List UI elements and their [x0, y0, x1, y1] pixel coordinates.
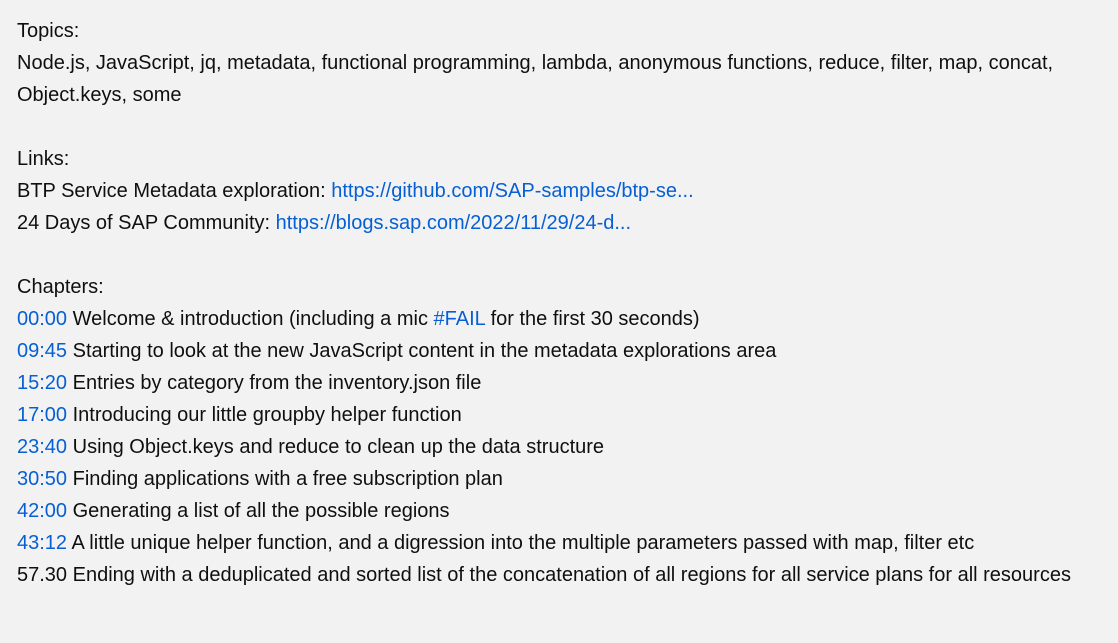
- link-item-btp: BTP Service Metadata exploration: https:…: [17, 175, 1112, 207]
- chapter-timestamp-link[interactable]: 09:45: [17, 340, 67, 362]
- chapter-item: 15:20 Entries by category from the inven…: [17, 367, 1112, 399]
- chapter-item: 09:45 Starting to look at the new JavaSc…: [17, 335, 1112, 367]
- chapters-heading: Chapters:: [17, 276, 104, 298]
- chapter-timestamp-link[interactable]: 23:40: [17, 436, 67, 458]
- chapter-item: 00:00 Welcome & introduction (including …: [17, 303, 1112, 335]
- topics-heading: Topics:: [17, 20, 80, 42]
- links-heading: Links:: [17, 148, 70, 170]
- chapter-timestamp-link[interactable]: 30:50: [17, 468, 67, 490]
- btp-metadata-link[interactable]: https://github.com/SAP-samples/btp-se...: [331, 180, 693, 202]
- link-label: 24 Days of SAP Community:: [17, 212, 276, 234]
- chapter-item: 42:00 Generating a list of all the possi…: [17, 495, 1112, 527]
- hashtag-link[interactable]: #FAIL: [434, 308, 486, 330]
- chapter-timestamp-link[interactable]: 15:20: [17, 372, 67, 394]
- chapter-text: for the first 30 seconds): [485, 308, 700, 330]
- chapter-text: Using Object.keys and reduce to clean up…: [67, 436, 605, 458]
- chapter-item: 23:40 Using Object.keys and reduce to cl…: [17, 431, 1112, 463]
- chapter-text: Introducing our little groupby helper fu…: [67, 404, 462, 426]
- link-label: BTP Service Metadata exploration:: [17, 180, 332, 202]
- chapter-text: Finding applications with a free subscri…: [67, 468, 503, 490]
- chapter-item: 43:12 A little unique helper function, a…: [17, 527, 1112, 559]
- chapter-item: 17:00 Introducing our little groupby hel…: [17, 399, 1112, 431]
- chapter-text: A little unique helper function, and a d…: [67, 532, 975, 554]
- sap-community-link[interactable]: https://blogs.sap.com/2022/11/29/24-d...: [276, 212, 631, 234]
- chapter-item: 30:50 Finding applications with a free s…: [17, 463, 1112, 495]
- chapter-text: Welcome & introduction (including a mic: [67, 308, 434, 330]
- topics-text: Node.js, JavaScript, jq, metadata, funct…: [17, 52, 1054, 106]
- video-description: Topics: Node.js, JavaScript, jq, metadat…: [17, 15, 1112, 591]
- chapter-timestamp-link[interactable]: 00:00: [17, 308, 67, 330]
- chapter-timestamp-link[interactable]: 42:00: [17, 500, 67, 522]
- chapter-text: Entries by category from the inventory.j…: [67, 372, 482, 394]
- chapter-item-final: 57.30 Ending with a deduplicated and sor…: [17, 564, 1071, 586]
- chapter-timestamp-link[interactable]: 17:00: [17, 404, 67, 426]
- chapter-text: Generating a list of all the possible re…: [67, 500, 450, 522]
- chapter-text: Starting to look at the new JavaScript c…: [67, 340, 777, 362]
- chapter-timestamp-link[interactable]: 43:12: [17, 532, 67, 554]
- link-item-24days: 24 Days of SAP Community: https://blogs.…: [17, 207, 1112, 239]
